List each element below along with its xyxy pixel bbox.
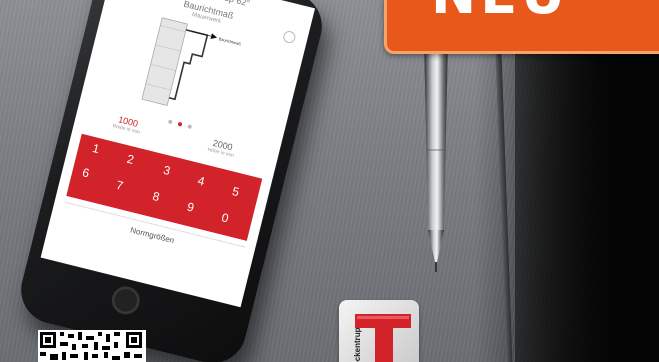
page-dot-active[interactable] (177, 121, 183, 127)
key-2[interactable]: 2 (125, 152, 135, 167)
drawing-label: Baurichtmaß (218, 36, 242, 46)
key-4[interactable]: 4 (196, 173, 206, 188)
key-1[interactable]: 1 (91, 141, 101, 156)
dark-background-right (515, 0, 659, 362)
key-6[interactable]: 6 (81, 165, 91, 180)
key-5[interactable]: 5 (231, 184, 241, 199)
key-8[interactable]: 8 (151, 189, 161, 204)
qr-code-icon[interactable] (38, 330, 146, 362)
key-3[interactable]: 3 (162, 163, 172, 178)
sticker-brand-text: Teckentrup (353, 327, 362, 362)
key-0[interactable]: 0 (220, 210, 230, 225)
brand-logo-sticker: Teckentrup (339, 300, 419, 362)
key-9[interactable]: 9 (186, 200, 196, 215)
key-7[interactable]: 7 (115, 178, 125, 193)
page-dot[interactable] (187, 124, 193, 130)
t-logo-icon (355, 314, 411, 362)
page-dot[interactable] (167, 119, 173, 125)
new-badge: NEU (384, 0, 659, 54)
badge-text: NEU (431, 0, 569, 26)
photo-scene: Bauelementrup 62° Baurichtmaß Mauerwerk … (0, 0, 659, 362)
